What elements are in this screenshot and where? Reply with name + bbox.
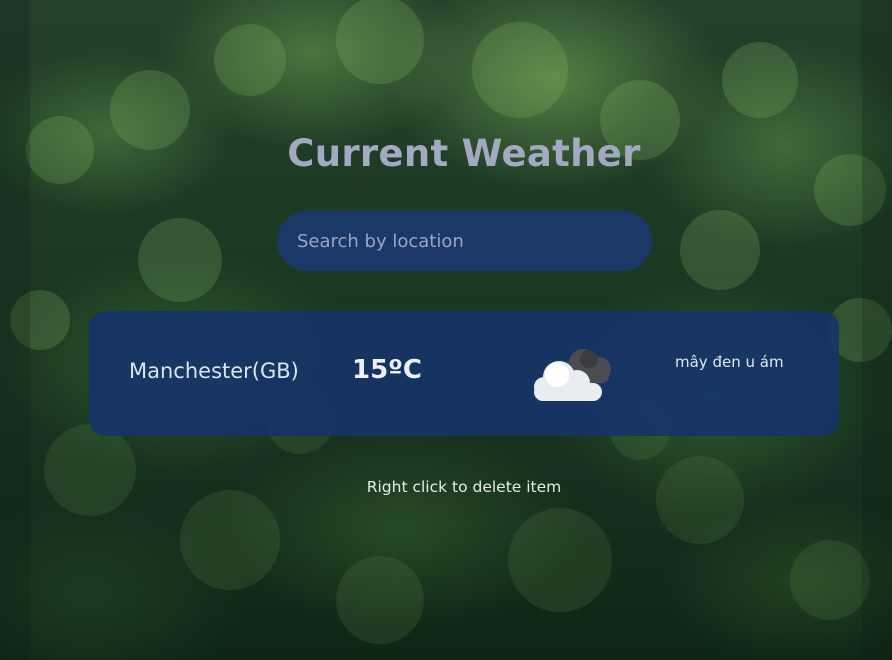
weather-description: mây đen u ám bbox=[675, 353, 784, 371]
weather-card[interactable]: Manchester(GB) 15ºC mây đen u ám bbox=[89, 311, 839, 436]
search-input[interactable] bbox=[277, 211, 652, 271]
location-name: Manchester(GB) bbox=[129, 359, 299, 383]
broken-clouds-icon bbox=[529, 341, 621, 407]
delete-hint: Right click to delete item bbox=[366, 478, 562, 496]
page-title: Current Weather bbox=[287, 132, 641, 175]
temperature-value: 15ºC bbox=[352, 355, 422, 385]
